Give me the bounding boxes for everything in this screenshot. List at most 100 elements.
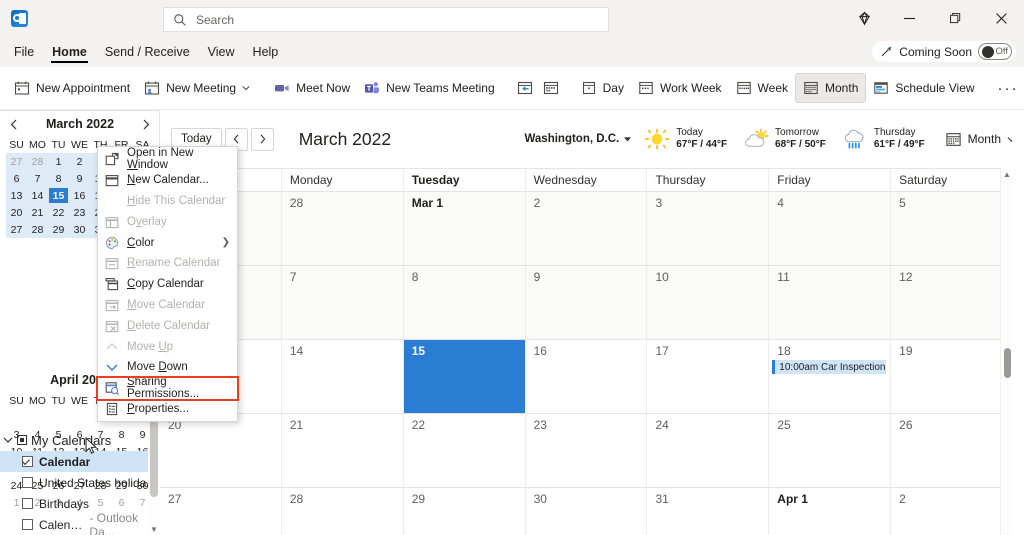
context-menu-item-copy-calendar[interactable]: Copy Calendar [98, 274, 237, 295]
calendar-day-cell[interactable]: 3 [647, 192, 770, 265]
datepicker-day-cell[interactable]: 22 [48, 204, 69, 221]
chevron-down-icon[interactable] [242, 84, 250, 92]
calendar-day-cell[interactable]: 22 [403, 414, 526, 487]
datepicker-next-chevron-right-icon[interactable] [139, 116, 153, 132]
calendar-day-cell[interactable]: 12 [891, 266, 1013, 339]
context-menu-item-properties[interactable]: Properties... [98, 399, 237, 420]
scroll-down-arrow-icon[interactable]: ▼ [148, 525, 160, 534]
calendar-day-cell[interactable]: 15 [403, 340, 526, 413]
tab-file[interactable]: File [5, 36, 43, 67]
next-7-days-button[interactable] [538, 73, 564, 103]
calendar-day-cell[interactable]: 18 10:00am Car Inspection [769, 340, 892, 413]
datepicker-day-cell[interactable]: 30 [69, 221, 90, 238]
meet-now-button[interactable]: Meet Now [267, 73, 357, 103]
chevron-down-icon[interactable] [3, 435, 13, 445]
tab-home[interactable]: Home [43, 36, 96, 67]
calendar-day-cell[interactable]: 31 [647, 488, 770, 535]
datepicker-day-cell[interactable]: 23 [69, 204, 90, 221]
new-teams-meeting-button[interactable]: New Teams Meeting [357, 73, 502, 103]
calendar-day-cell[interactable]: 9 [525, 266, 648, 339]
week-view-button[interactable]: Week [729, 73, 795, 103]
month-view-button[interactable]: Month [795, 73, 867, 103]
coming-soon-switch[interactable]: Off [978, 43, 1012, 60]
calendar-day-cell[interactable]: 5 [891, 192, 1013, 265]
datepicker-day-cell[interactable]: 29 [48, 221, 69, 238]
context-menu-item-move-down[interactable]: Move Down [98, 357, 237, 378]
schedule-view-button[interactable]: Schedule View [866, 73, 981, 103]
view-selector[interactable]: Month [945, 131, 1016, 148]
context-menu-item-new-calendar[interactable]: New Calendar... [98, 170, 237, 191]
calendar-day-cell[interactable]: 23 [525, 414, 648, 487]
calendar-day-cell[interactable]: 11 [769, 266, 892, 339]
calendar-list-item-us-holidays[interactable]: United States holida... [0, 472, 160, 493]
restore-button[interactable] [932, 0, 978, 36]
calendar-day-cell[interactable]: 28 [281, 488, 404, 535]
minimize-button[interactable] [886, 0, 932, 36]
datepicker-day-cell[interactable]: 15 [49, 188, 68, 203]
calendar-day-cell[interactable]: 28 [281, 192, 404, 265]
datepicker-day-cell[interactable]: 1 [48, 153, 69, 170]
calendar-checkbox[interactable] [22, 477, 33, 488]
calendar-day-cell[interactable]: 25 [769, 414, 892, 487]
calendar-checkbox[interactable] [22, 498, 33, 509]
day-view-button[interactable]: Day [574, 73, 631, 103]
calendar-day-cell[interactable]: 8 [403, 266, 526, 339]
datepicker-day-cell[interactable]: 6 [6, 170, 27, 187]
calendar-day-cell[interactable]: 2 [525, 192, 648, 265]
context-menu-item-sharing-permissions[interactable]: Sharing Permissions... [96, 375, 239, 401]
diamond-premium-icon[interactable] [842, 0, 886, 36]
datepicker-day-cell[interactable]: 21 [27, 204, 48, 221]
calendar-checkbox[interactable] [22, 519, 33, 530]
calendar-scrollbar[interactable]: ▲ [1000, 168, 1012, 535]
datepicker-day-cell[interactable]: 27 [6, 221, 27, 238]
datepicker-day-cell[interactable]: 13 [6, 187, 27, 204]
calendar-day-cell[interactable]: 26 [891, 414, 1013, 487]
context-menu-item-color[interactable]: Color ❯ [98, 232, 237, 253]
datepicker-day-cell[interactable]: 2 [69, 153, 90, 170]
search-box[interactable] [163, 7, 609, 32]
calendar-day-cell[interactable]: 7 [281, 266, 404, 339]
today-button[interactable] [512, 73, 538, 103]
tab-send-receive[interactable]: Send / Receive [96, 36, 199, 67]
calendar-day-cell[interactable]: 19 [891, 340, 1013, 413]
calendar-event[interactable]: 10:00am Car Inspection [772, 360, 887, 374]
calendar-day-cell[interactable]: 29 [403, 488, 526, 535]
calendar-day-cell[interactable]: 30 [525, 488, 648, 535]
calendar-day-cell[interactable]: 21 [281, 414, 404, 487]
datepicker-day-cell[interactable]: 8 [48, 170, 69, 187]
work-week-view-button[interactable]: Work Week [631, 73, 729, 103]
datepicker-prev-chevron-left-icon[interactable] [7, 116, 21, 132]
scrollbar-thumb[interactable] [1003, 348, 1011, 378]
datepicker-day-cell[interactable]: 16 [69, 187, 90, 204]
calendar-day-cell[interactable]: 14 [281, 340, 404, 413]
calendar-checkbox[interactable] [22, 456, 33, 467]
calendar-day-cell[interactable]: 16 [525, 340, 648, 413]
calendar-day-cell[interactable]: Mar 1 [403, 192, 526, 265]
datepicker-day-cell[interactable]: 14 [27, 187, 48, 204]
calendar-day-cell[interactable]: 2 [891, 488, 1013, 535]
calendar-group-my-calendars[interactable]: My Calendars [0, 429, 160, 451]
new-appointment-button[interactable]: New Appointment [7, 73, 137, 103]
calendar-day-cell[interactable]: 10 [647, 266, 770, 339]
new-meeting-button[interactable]: New Meeting [137, 73, 257, 103]
scrollbar-thumb[interactable] [150, 412, 158, 497]
coming-soon-toggle-group[interactable]: Coming Soon Off [871, 40, 1017, 63]
calendar-day-cell[interactable]: 4 [769, 192, 892, 265]
datepicker-day-cell[interactable]: 28 [27, 221, 48, 238]
datepicker-day-cell[interactable]: 7 [27, 170, 48, 187]
calendar-day-cell[interactable]: 24 [647, 414, 770, 487]
calendar-list-item-calendar-outlook-data[interactable]: Calendar - Outlook Da... [0, 511, 160, 535]
calendar-list-item-calendar[interactable]: Calendar [0, 451, 160, 472]
tab-view[interactable]: View [199, 36, 244, 67]
next-period-button[interactable] [250, 127, 274, 151]
caret-down-icon[interactable] [624, 136, 632, 142]
weather-location[interactable]: Washington, D.C. [524, 133, 632, 145]
datepicker-day-cell[interactable]: 20 [6, 204, 27, 221]
search-input[interactable] [196, 12, 576, 27]
calendar-day-cell[interactable]: 27 [160, 488, 282, 535]
datepicker-day-cell[interactable]: 27 [6, 153, 27, 170]
tab-help[interactable]: Help [244, 36, 288, 67]
calendar-day-cell[interactable]: Apr 1 [769, 488, 892, 535]
ribbon-overflow-button[interactable]: ··· [992, 80, 1024, 97]
calendar-day-cell[interactable]: 20 [160, 414, 282, 487]
